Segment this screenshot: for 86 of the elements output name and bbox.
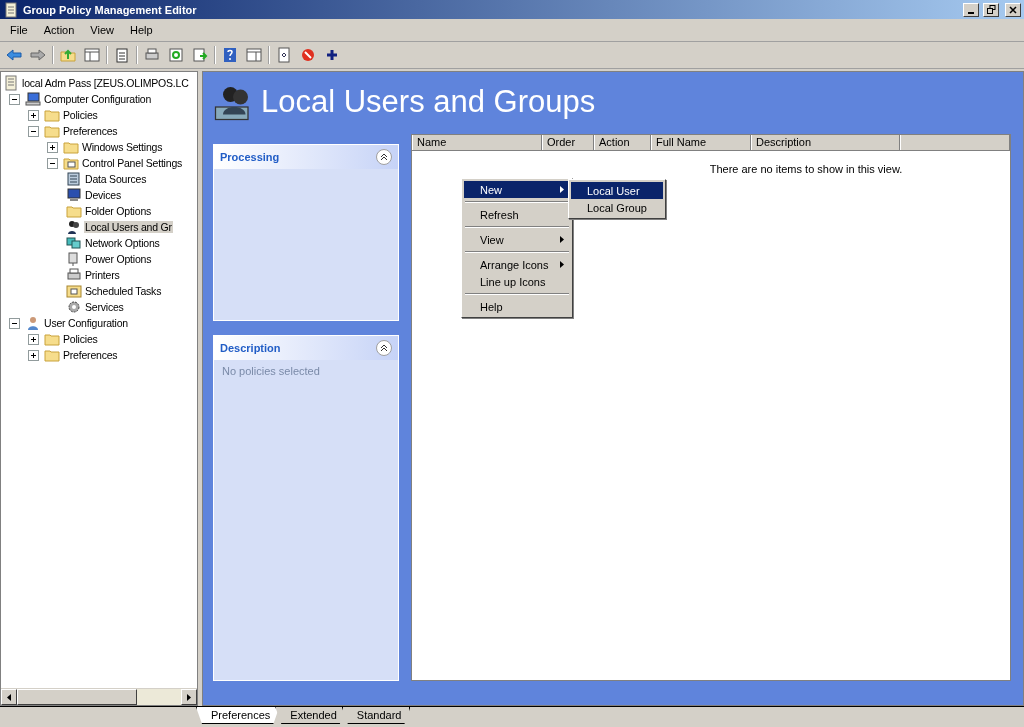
right-arrow-icon[interactable]: [187, 693, 191, 701]
show-pane-icon[interactable]: [244, 45, 264, 65]
tree-item[interactable]: Preferences: [62, 349, 119, 361]
restore-button[interactable]: [983, 2, 999, 17]
tab[interactable]: Preferences: [196, 707, 280, 724]
menu-item[interactable]: Arrange Icons: [464, 256, 570, 273]
tree-item[interactable]: Network Options: [84, 237, 161, 249]
close-icon: [1009, 5, 1017, 14]
tree-item[interactable]: Windows Settings: [81, 141, 164, 153]
empty-message: There are no items to show in this view.: [709, 163, 903, 175]
window-title: Group Policy Management Editor: [23, 3, 198, 16]
folder-icon: [66, 203, 82, 219]
column-header[interactable]: Name: [412, 135, 542, 150]
panel-title: Processing: [220, 151, 280, 163]
expand-icon[interactable]: [28, 333, 39, 345]
horizontal-scrollbar[interactable]: [1, 688, 197, 705]
export-icon[interactable]: [190, 45, 210, 65]
collapse-button[interactable]: [376, 149, 392, 165]
folder-icon: [63, 155, 79, 171]
folder-icon: [44, 107, 60, 123]
tree-item[interactable]: Services: [84, 301, 125, 313]
expand-icon[interactable]: [28, 349, 39, 361]
menu-item[interactable]: Local User: [571, 182, 663, 199]
collapse-icon[interactable]: [28, 125, 39, 137]
tree-item[interactable]: Local Users and Gr: [84, 221, 173, 233]
expand-icon[interactable]: [28, 109, 39, 121]
tree-item[interactable]: Preferences: [62, 125, 119, 137]
tree-item[interactable]: User Configuration: [43, 317, 129, 329]
chevron-icon: [380, 344, 388, 352]
tree-item[interactable]: Scheduled Tasks: [84, 285, 163, 297]
menu-item[interactable]: View: [82, 22, 122, 38]
users-icon: [66, 219, 82, 235]
panel-title: Description: [220, 342, 281, 354]
menu-item[interactable]: Line up Icons: [464, 273, 570, 290]
tree-item[interactable]: Computer Configuration: [43, 93, 153, 105]
monitor-icon: [66, 187, 82, 203]
page-title: Local Users and Groups: [261, 84, 596, 120]
folder-icon: [44, 123, 60, 139]
menu-item[interactable]: Action: [35, 22, 83, 38]
restore-icon: [986, 5, 996, 14]
tree-item[interactable]: Power Options: [84, 253, 153, 265]
collapse-icon[interactable]: [9, 317, 20, 329]
computer-icon: [25, 91, 41, 107]
minimize-icon: [968, 11, 974, 14]
menu-item[interactable]: Refresh: [464, 206, 570, 223]
tree-item[interactable]: Printers: [84, 269, 121, 281]
gear-icon: [66, 299, 82, 315]
column-header[interactable]: Full Name: [651, 135, 751, 150]
tree-item[interactable]: Policies: [62, 109, 99, 121]
folder-icon: [44, 347, 60, 363]
menu-item[interactable]: View: [464, 231, 570, 248]
network-icon: [66, 235, 82, 251]
folder-icon: [66, 283, 82, 299]
database-icon: [66, 171, 82, 187]
column-header[interactable]: Description: [751, 135, 900, 150]
tab[interactable]: Standard: [341, 707, 411, 724]
menu-item[interactable]: File: [2, 22, 36, 38]
panel-text: No policies selected: [221, 364, 321, 379]
document-icon: [3, 1, 19, 18]
user-icon: [25, 315, 41, 331]
chevron-icon: [380, 153, 388, 161]
minimize-button[interactable]: [963, 2, 979, 17]
folder-icon: [44, 331, 60, 347]
tree-item[interactable]: Policies: [62, 333, 99, 345]
column-header[interactable]: Action: [594, 135, 651, 150]
menu-item[interactable]: Local Group: [571, 199, 663, 216]
tree-item[interactable]: local Adm Pass [ZEUS.OLIMPOS.LC: [21, 77, 190, 89]
menu-item[interactable]: Help: [121, 22, 161, 38]
tree-item[interactable]: Folder Options: [84, 205, 153, 217]
folder-icon: [63, 139, 79, 155]
menu-item[interactable]: Help: [464, 298, 570, 315]
collapse-button[interactable]: [376, 340, 392, 356]
tree-item[interactable]: Devices: [84, 189, 122, 201]
document-icon: [3, 75, 19, 91]
show-tree-icon[interactable]: [82, 45, 102, 65]
tree-item[interactable]: Control Panel Settings: [81, 157, 184, 169]
column-header[interactable]: Order: [542, 135, 594, 150]
refresh-icon[interactable]: [166, 45, 186, 65]
printer-icon: [66, 267, 82, 283]
expand-icon[interactable]: [47, 141, 58, 153]
tree-item[interactable]: Data Sources: [84, 173, 148, 185]
close-button[interactable]: [1005, 2, 1021, 17]
collapse-icon[interactable]: [9, 93, 20, 105]
menu-item[interactable]: New: [464, 181, 570, 198]
left-arrow-icon[interactable]: [7, 693, 11, 701]
collapse-icon[interactable]: [47, 157, 58, 169]
